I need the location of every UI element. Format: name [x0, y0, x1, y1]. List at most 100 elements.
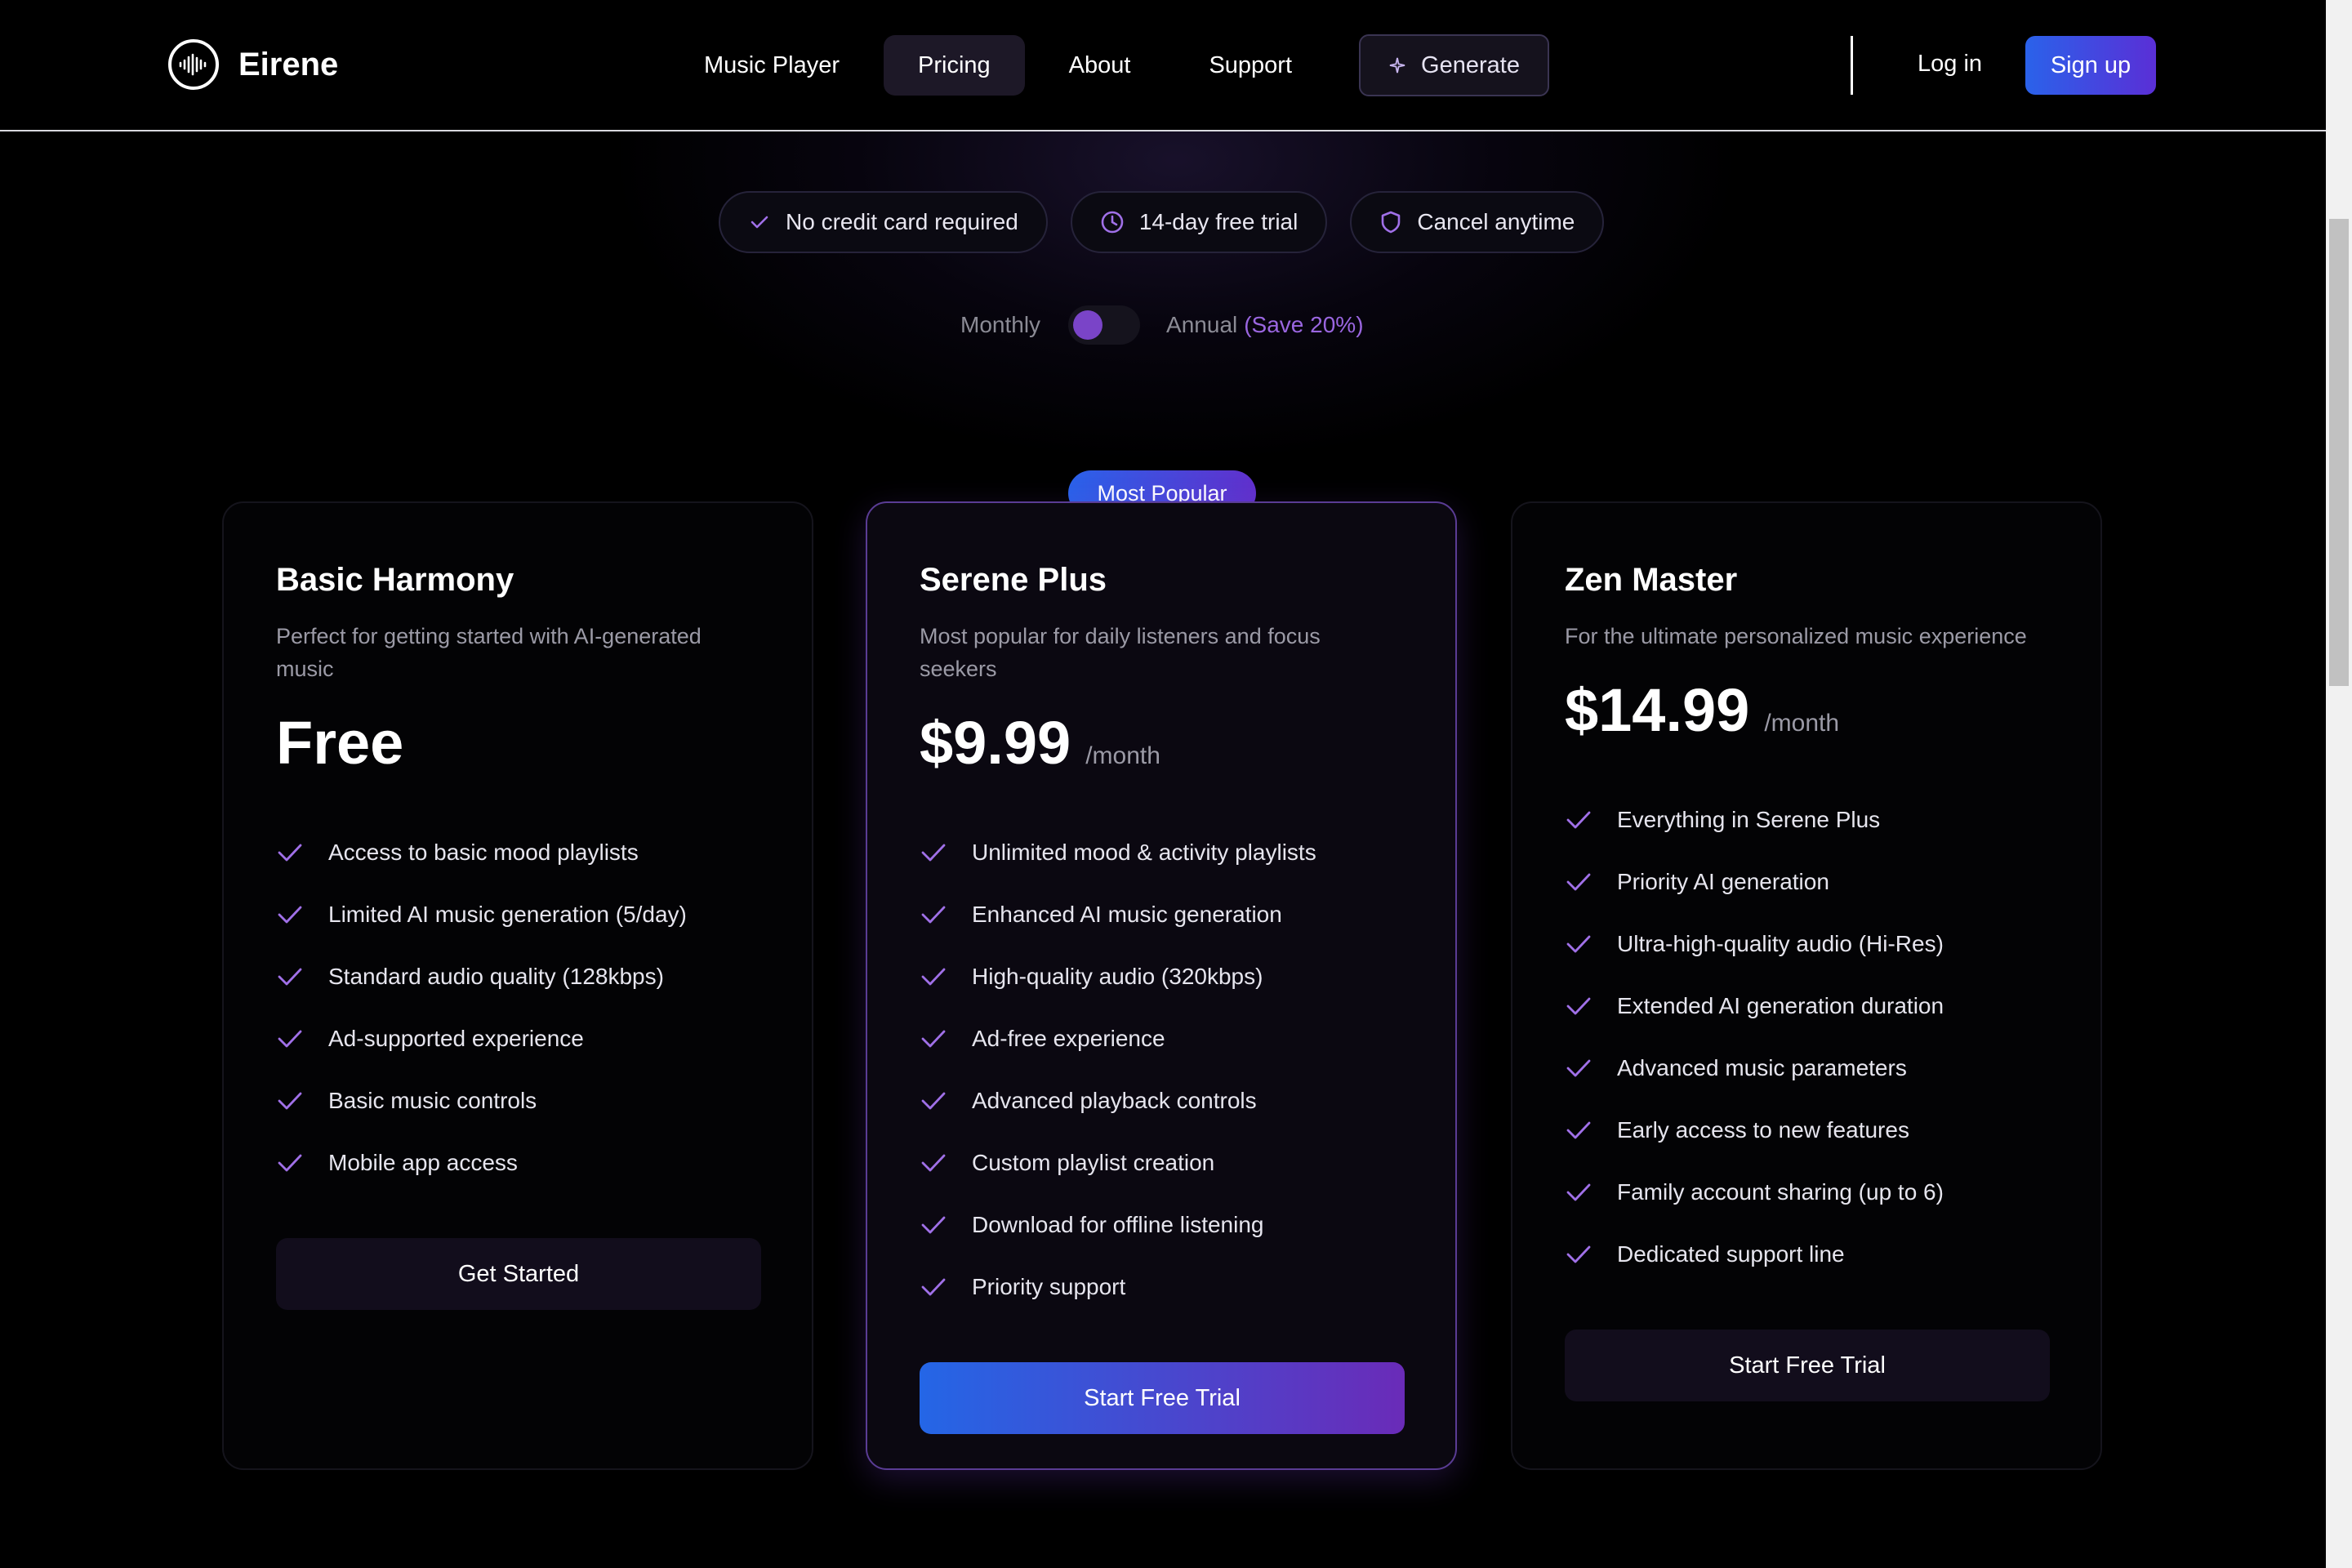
feature-item: Ad-free experience: [920, 1008, 1403, 1070]
feature-text: Ultra-high-quality audio (Hi-Res): [1617, 931, 1944, 956]
feature-text: Enhanced AI music generation: [972, 902, 1282, 927]
check-icon: [920, 1151, 949, 1175]
feature-text: Access to basic mood playlists: [328, 840, 639, 865]
toggle-knob: [1073, 310, 1103, 340]
generate-button[interactable]: Generate: [1359, 34, 1549, 96]
signup-button[interactable]: Sign up: [2025, 36, 2156, 95]
badge-label: Cancel anytime: [1417, 209, 1575, 234]
feature-item: Basic music controls: [276, 1070, 760, 1132]
logo-text: Eirene: [238, 46, 339, 82]
feature-text: Mobile app access: [328, 1150, 518, 1175]
feature-item: Unlimited mood & activity playlists: [920, 822, 1403, 884]
check-icon: [276, 1089, 305, 1113]
start-free-trial-button[interactable]: Start Free Trial: [920, 1362, 1405, 1434]
check-icon: [1565, 870, 1594, 894]
badge-no-credit-card: No credit card required: [719, 191, 1048, 253]
check-icon: [920, 1027, 949, 1051]
badge-label: 14-day free trial: [1138, 209, 1298, 234]
check-icon: [1565, 1118, 1594, 1143]
trust-badges: No credit card required 14-day free tria…: [719, 191, 1627, 253]
price-row: Free: [276, 708, 760, 777]
feature-item: Standard audio quality (128kbps): [276, 946, 760, 1008]
feature-item: Download for offline listening: [920, 1194, 1403, 1256]
feature-item: High-quality audio (320kbps): [920, 946, 1403, 1008]
nav-support[interactable]: Support: [1174, 35, 1326, 96]
feature-text: Limited AI music generation (5/day): [328, 902, 687, 927]
check-icon: [276, 840, 305, 865]
check-icon: [1565, 1056, 1594, 1080]
feature-text: Unlimited mood & activity playlists: [972, 840, 1316, 865]
feature-item: Priority support: [920, 1256, 1403, 1318]
check-icon: [1565, 994, 1594, 1018]
feature-text: Early access to new features: [1617, 1117, 1909, 1143]
feature-item: Custom playlist creation: [920, 1132, 1403, 1194]
feature-item: Advanced music parameters: [1565, 1037, 2048, 1099]
feature-item: Limited AI music generation (5/day): [276, 884, 760, 946]
feature-item: Everything in Serene Plus: [1565, 789, 2048, 851]
feature-text: High-quality audio (320kbps): [972, 964, 1263, 989]
billing-toggle-group: Monthly Annual (Save 20%): [960, 305, 1364, 345]
get-started-button[interactable]: Get Started: [276, 1238, 761, 1310]
plan-price: $14.99: [1565, 676, 1750, 744]
feature-text: Ad-supported experience: [328, 1026, 584, 1051]
plan-card-serene-plus: Serene Plus Most popular for daily liste…: [866, 501, 1457, 1470]
plan-period: /month: [1085, 742, 1160, 769]
billing-annual-label[interactable]: Annual: [1166, 312, 1237, 338]
price-row: $14.99 /month: [1565, 675, 2048, 745]
sparkle-icon: [1388, 56, 1406, 74]
nav-pricing[interactable]: Pricing: [884, 35, 1025, 96]
badge-free-trial: 14-day free trial: [1070, 191, 1328, 253]
feature-item: Mobile app access: [276, 1132, 760, 1194]
feature-item: Dedicated support line: [1565, 1223, 2048, 1285]
feature-text: Extended AI generation duration: [1617, 993, 1944, 1018]
feature-text: Family account sharing (up to 6): [1617, 1179, 1944, 1205]
feature-text: Everything in Serene Plus: [1617, 807, 1881, 832]
plan-card-basic: Basic Harmony Perfect for getting starte…: [222, 501, 813, 1470]
nav-music-player[interactable]: Music Player: [670, 35, 874, 96]
scrollbar-thumb[interactable]: [2329, 219, 2349, 686]
feature-text: Basic music controls: [328, 1088, 537, 1113]
check-icon: [920, 1089, 949, 1113]
badge-label: No credit card required: [786, 209, 1018, 234]
clock-icon: [1100, 210, 1125, 234]
billing-toggle[interactable]: [1068, 305, 1141, 345]
feature-item: Ad-supported experience: [276, 1008, 760, 1070]
feature-text: Standard audio quality (128kbps): [328, 964, 664, 989]
feature-text: Advanced music parameters: [1617, 1055, 1907, 1080]
feature-text: Ad-free experience: [972, 1026, 1165, 1051]
check-icon: [920, 840, 949, 865]
feature-item: Extended AI generation duration: [1565, 975, 2048, 1037]
check-icon: [276, 1151, 305, 1175]
logo[interactable]: Eirene: [168, 39, 338, 90]
feature-text: Priority support: [972, 1274, 1126, 1299]
plan-description: Perfect for getting started with AI-gene…: [276, 624, 702, 681]
feature-item: Access to basic mood playlists: [276, 822, 760, 884]
plan-name: Basic Harmony: [276, 562, 514, 598]
check-icon: [920, 1213, 949, 1237]
plan-name: Serene Plus: [920, 562, 1107, 598]
plan-price: Free: [276, 709, 404, 777]
check-icon: [276, 1027, 305, 1051]
billing-monthly-label[interactable]: Monthly: [960, 312, 1040, 338]
start-free-trial-button[interactable]: Start Free Trial: [1565, 1330, 2050, 1401]
login-link[interactable]: Log in: [1918, 51, 1982, 78]
plan-card-zen-master: Zen Master For the ultimate personalized…: [1511, 501, 2102, 1470]
main-nav: Music Player Pricing About Support Gener…: [670, 34, 1549, 96]
feature-item: Enhanced AI music generation: [920, 884, 1403, 946]
feature-item: Family account sharing (up to 6): [1565, 1161, 2048, 1223]
plan-description: For the ultimate personalized music expe…: [1565, 624, 2027, 648]
check-icon: [748, 211, 771, 234]
nav-about[interactable]: About: [1035, 35, 1165, 96]
feature-item: Advanced playback controls: [920, 1070, 1403, 1132]
feature-text: Advanced playback controls: [972, 1088, 1257, 1113]
plan-name: Zen Master: [1565, 562, 1738, 598]
check-icon: [920, 902, 949, 927]
feature-item: Ultra-high-quality audio (Hi-Res): [1565, 913, 2048, 975]
feature-text: Priority AI generation: [1617, 869, 1829, 894]
feature-item: Priority AI generation: [1565, 851, 2048, 913]
feature-list: Access to basic mood playlists Limited AI…: [276, 822, 760, 1194]
check-icon: [276, 964, 305, 989]
check-icon: [1565, 932, 1594, 956]
check-icon: [1565, 1242, 1594, 1267]
feature-item: Early access to new features: [1565, 1099, 2048, 1161]
